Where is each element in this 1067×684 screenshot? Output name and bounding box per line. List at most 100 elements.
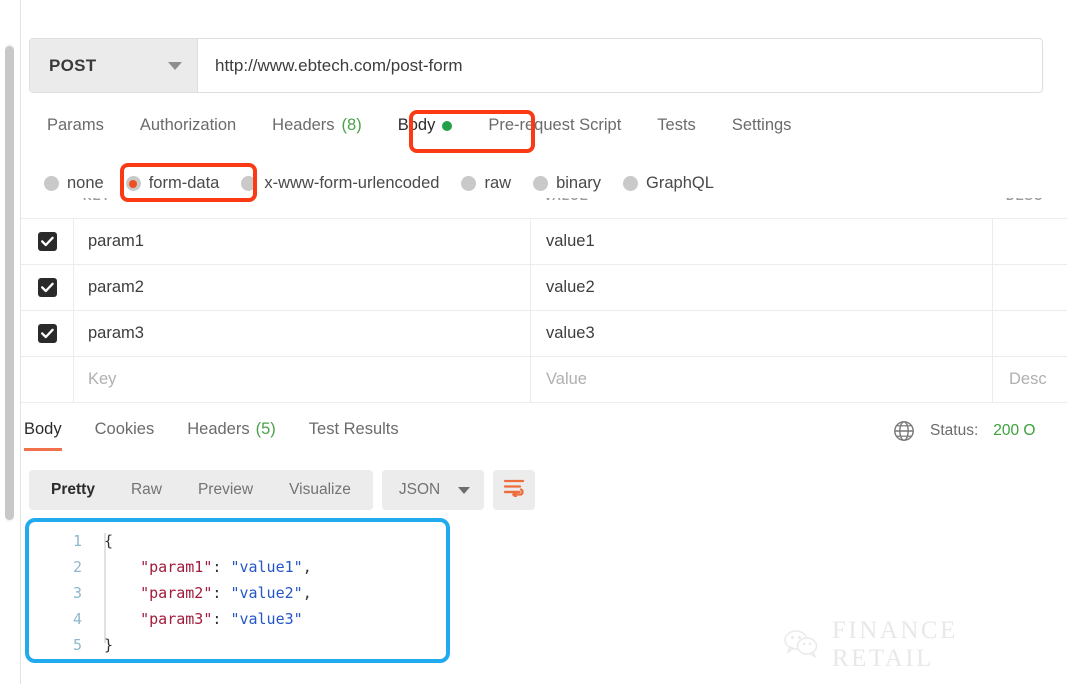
response-format-select[interactable]: JSON <box>381 470 485 510</box>
body-type-graphql[interactable]: GraphQL <box>623 174 714 193</box>
viewer-mode-raw[interactable]: Raw <box>113 470 180 510</box>
viewer-mode-preview[interactable]: Preview <box>180 470 271 510</box>
left-scrollbar-thumb[interactable] <box>5 46 14 520</box>
body-type-x-www-form-urlencoded[interactable]: x-www-form-urlencoded <box>241 174 439 193</box>
row-checkbox-cell[interactable] <box>21 232 73 251</box>
body-type-none[interactable]: none <box>44 174 104 193</box>
viewer-mode-pretty[interactable]: Pretty <box>33 470 113 510</box>
table-row[interactable]: param1 value1 <box>21 218 1067 264</box>
status-code[interactable]: 200 O <box>993 422 1035 440</box>
row-value-cell[interactable]: value3 <box>530 311 992 356</box>
row-checkbox-cell[interactable] <box>21 324 73 343</box>
row-value-cell[interactable]: value1 <box>530 219 992 264</box>
row-description-cell[interactable] <box>992 265 1067 310</box>
request-url-bar: POST http://www.ebtech.com/post-form <box>29 38 1043 93</box>
request-tab-authorization[interactable]: Authorization <box>122 116 254 135</box>
code-line: 1{ <box>44 528 312 554</box>
row-key-cell[interactable]: param3 <box>73 311 530 356</box>
response-tab-count: (5) <box>255 420 276 438</box>
code-token-key: "param1" <box>140 558 213 576</box>
row-value-text: value1 <box>546 232 595 250</box>
code-line-text: "param1": "value1", <box>104 554 312 580</box>
code-token-punct: : <box>212 558 231 576</box>
code-token-punct: { <box>104 532 114 550</box>
row-checkbox-cell[interactable] <box>21 278 73 297</box>
row-value-cell[interactable]: value2 <box>530 265 992 310</box>
request-tab-label: Settings <box>731 116 792 134</box>
new-row-value-placeholder: Value <box>546 370 587 388</box>
response-tab-label: Test Results <box>308 420 399 438</box>
column-header-key: KEY <box>83 198 111 203</box>
chevron-down-icon <box>458 486 471 494</box>
table-row[interactable]: param2 value2 <box>21 264 1067 310</box>
radio-icon <box>533 176 549 191</box>
code-token-punct: : <box>212 610 231 628</box>
checkbox-checked-icon[interactable] <box>37 324 57 343</box>
response-tab-test-results[interactable]: Test Results <box>309 420 399 448</box>
code-line: 2 "param1": "value1", <box>44 554 312 580</box>
request-tab-tests[interactable]: Tests <box>639 116 714 135</box>
code-token-str: "value3" <box>230 610 303 628</box>
code-token-str: "value2" <box>230 584 303 602</box>
body-type-binary[interactable]: binary <box>533 174 601 193</box>
body-type-label: none <box>67 174 104 192</box>
request-tab-body[interactable]: Body <box>380 116 471 135</box>
radio-icon <box>461 176 477 191</box>
row-key-cell[interactable]: param1 <box>73 219 530 264</box>
request-url-text: http://www.ebtech.com/post-form <box>215 55 463 75</box>
code-token-str: "value1" <box>230 558 303 576</box>
body-type-label: binary <box>556 174 602 192</box>
body-type-form-data[interactable]: form-data <box>125 174 219 193</box>
response-tab-headers[interactable]: Headers (5) <box>187 420 276 448</box>
body-type-label: raw <box>484 174 512 192</box>
checkbox-checked-icon[interactable] <box>37 232 57 251</box>
code-token-punct: } <box>104 636 114 654</box>
checkbox-checked-icon[interactable] <box>37 278 57 297</box>
request-tab-params[interactable]: Params <box>29 116 122 135</box>
new-row-key-cell[interactable]: Key <box>73 357 530 402</box>
code-line: 5} <box>44 632 312 658</box>
watermark-text: FINANCE RETAIL <box>832 617 958 672</box>
response-tab-cookies[interactable]: Cookies <box>95 420 155 448</box>
response-tab-body[interactable]: Body <box>24 420 62 451</box>
body-type-label: GraphQL <box>646 174 714 192</box>
wechat-logo-icon <box>783 628 819 663</box>
table-row[interactable]: param3 value3 <box>21 310 1067 356</box>
request-tab-headers[interactable]: Headers (8) <box>254 116 380 135</box>
code-line-number: 4 <box>72 610 82 628</box>
request-tab-settings[interactable]: Settings <box>714 116 810 135</box>
code-token-key: "param2" <box>140 584 213 602</box>
chevron-down-icon <box>168 61 182 70</box>
column-header-value: VALUE <box>544 198 589 203</box>
request-tab-label: Authorization <box>139 116 237 134</box>
table-new-row[interactable]: Key Value Desc <box>21 356 1067 403</box>
request-tab-label: Tests <box>657 116 696 134</box>
new-row-value-cell[interactable]: Value <box>530 357 992 402</box>
table-body: param1 value1 param2 value2 param3 value3 Key V… <box>21 218 1067 403</box>
request-tab-label: Body <box>397 116 436 134</box>
response-tab-bar: Body Cookies Headers (5) Test Results <box>24 420 432 451</box>
radio-icon <box>623 176 639 191</box>
request-tab-pre-request-script[interactable]: Pre-request Script <box>470 116 639 135</box>
response-format-label: JSON <box>398 481 441 498</box>
wrap-text-button[interactable] <box>493 470 536 510</box>
row-description-cell[interactable] <box>992 219 1067 264</box>
request-url-input[interactable]: http://www.ebtech.com/post-form <box>198 39 1042 92</box>
response-viewer-toolbar: Pretty Raw Preview Visualize JSON <box>29 470 536 510</box>
row-key-text: param1 <box>88 232 144 250</box>
http-method-select[interactable]: POST <box>30 39 198 92</box>
viewer-mode-visualize[interactable]: Visualize <box>271 470 369 510</box>
response-body-code[interactable]: 1{2 "param1": "value1", 3 "param2": "valu… <box>44 528 312 658</box>
response-tab-label: Cookies <box>94 420 155 438</box>
row-key-text: param2 <box>88 278 144 296</box>
new-row-description-placeholder: Desc <box>1009 370 1047 388</box>
row-description-cell[interactable] <box>992 311 1067 356</box>
watermark: FINANCE RETAIL <box>783 617 1067 673</box>
new-row-description-cell[interactable]: Desc <box>992 357 1067 402</box>
table-header-row: KEY VALUE DESC <box>21 198 1067 218</box>
code-token-punct <box>104 558 140 576</box>
body-type-raw[interactable]: raw <box>461 174 511 193</box>
row-key-cell[interactable]: param2 <box>73 265 530 310</box>
radio-icon <box>44 176 59 191</box>
request-tab-bar: Params Authorization Headers (8) Body Pre-req… <box>29 116 809 135</box>
